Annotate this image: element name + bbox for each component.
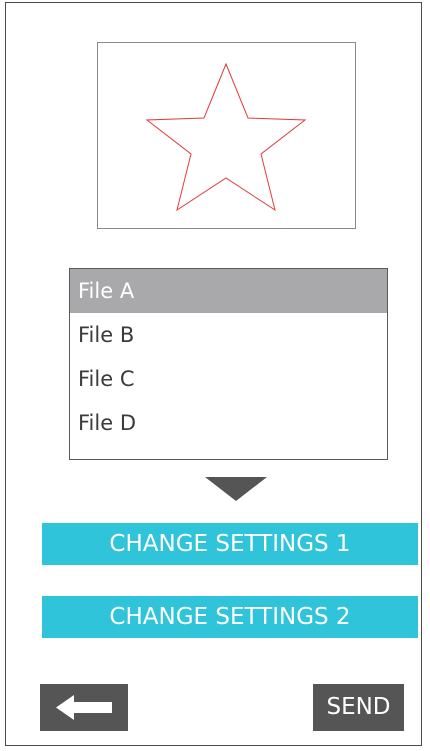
change-settings-2-button[interactable]: CHANGE SETTINGS 2 — [42, 596, 418, 638]
change-settings-1-button[interactable]: CHANGE SETTINGS 1 — [42, 523, 418, 565]
file-item-a[interactable]: File A — [70, 269, 387, 313]
file-item-b[interactable]: File B — [70, 313, 387, 357]
file-item-c[interactable]: File C — [70, 357, 387, 401]
file-preview — [97, 42, 356, 229]
star-icon — [145, 62, 307, 212]
file-item-d[interactable]: File D — [70, 401, 387, 445]
file-list[interactable]: File A File B File C File D — [69, 268, 388, 460]
app-frame: File A File B File C File D CHANGE SETTI… — [5, 2, 422, 746]
send-button[interactable]: SEND — [313, 684, 404, 731]
back-button[interactable] — [40, 684, 128, 731]
triangle-down-icon — [205, 477, 267, 501]
arrow-left-icon — [56, 695, 112, 720]
